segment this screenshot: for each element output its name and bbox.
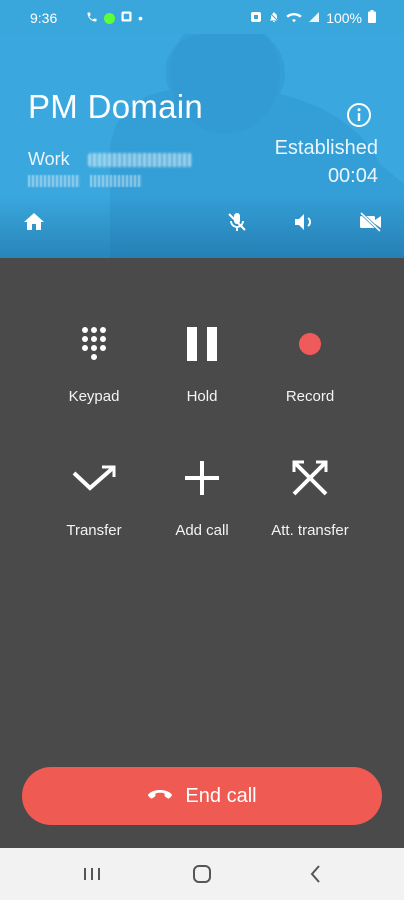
attended-transfer-label: Att. transfer <box>271 522 349 539</box>
phone-number-redacted <box>88 153 192 167</box>
record-button[interactable]: Record <box>250 320 370 405</box>
transfer-label: Transfer <box>66 522 122 539</box>
header-shade <box>0 194 404 258</box>
battery-icon <box>368 10 376 26</box>
call-state: Established <box>274 137 378 159</box>
speaker-icon[interactable] <box>292 210 318 236</box>
status-time: 9:36 <box>30 10 58 26</box>
transfer-icon <box>34 454 154 502</box>
record-icon <box>250 320 370 368</box>
pause-icon <box>142 320 262 368</box>
app-notification-icon <box>121 11 132 25</box>
mute-bell-icon <box>268 10 280 26</box>
active-call-dot-icon <box>104 12 115 24</box>
status-left-icons: • <box>66 10 143 26</box>
recent-apps-icon[interactable] <box>80 862 108 886</box>
redacted-detail-2 <box>90 175 142 187</box>
alarm-icon <box>250 10 262 26</box>
keypad-button[interactable]: Keypad <box>34 320 154 405</box>
info-icon[interactable] <box>346 102 372 128</box>
video-off-icon[interactable] <box>358 210 384 236</box>
attended-transfer-icon <box>250 454 370 502</box>
contact-name: PM Domain <box>28 88 204 125</box>
end-call-button[interactable]: End call <box>22 767 382 825</box>
call-actions-panel: Keypad Hold Record Transfer Add call Att… <box>0 258 404 848</box>
hold-button[interactable]: Hold <box>142 320 262 405</box>
status-right-icons: 100% <box>250 10 376 26</box>
home-icon[interactable] <box>22 210 48 236</box>
attended-transfer-button[interactable]: Att. transfer <box>250 454 370 539</box>
redacted-detail-1 <box>28 175 80 187</box>
signal-icon <box>308 10 320 26</box>
mute-mic-icon[interactable] <box>225 210 251 236</box>
keypad-label: Keypad <box>68 388 120 405</box>
hangup-icon <box>147 785 173 808</box>
more-notifications-dot-icon: • <box>138 10 143 26</box>
record-label: Record <box>285 388 335 405</box>
add-call-label: Add call <box>175 522 229 539</box>
wifi-icon <box>286 10 302 26</box>
end-call-label: End call <box>185 784 257 807</box>
call-header: PM Domain Work Established 00:04 <box>0 34 404 258</box>
system-navigation-bar <box>0 848 404 900</box>
add-call-button[interactable]: Add call <box>142 454 262 539</box>
plus-icon <box>142 454 262 502</box>
battery-level: 100% <box>326 10 362 26</box>
back-nav-icon[interactable] <box>304 862 332 886</box>
phone-call-icon <box>86 11 98 26</box>
status-bar: 9:36 • 100% <box>0 0 404 34</box>
call-duration: 00:04 <box>327 165 378 187</box>
home-nav-icon[interactable] <box>190 862 218 886</box>
transfer-button[interactable]: Transfer <box>34 454 154 539</box>
number-type-label: Work <box>28 149 70 169</box>
hold-label: Hold <box>186 388 218 405</box>
keypad-icon <box>34 320 154 368</box>
